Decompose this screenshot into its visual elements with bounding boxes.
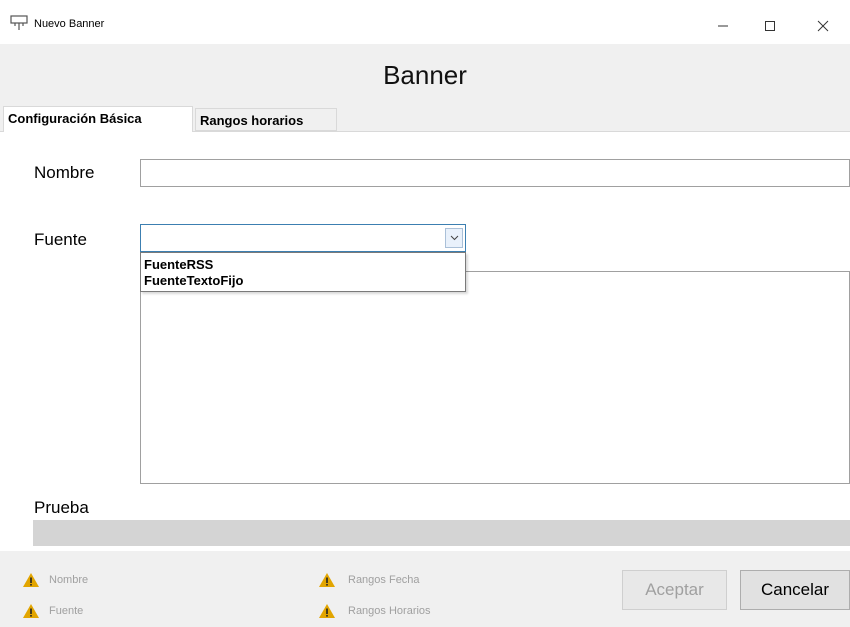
page-title: Banner: [383, 60, 467, 90]
fuente-label: Fuente: [34, 230, 87, 249]
warning-icon: [319, 604, 335, 618]
validation-rangos-horarios: Rangos Horarios: [348, 605, 431, 617]
dropdown-option-fuente-rss[interactable]: FuenteRSS: [144, 257, 213, 272]
nombre-label: Nombre: [34, 163, 95, 182]
validation-nombre: Nombre: [49, 574, 89, 586]
combo-dropdown-button[interactable]: [445, 228, 463, 248]
aceptar-button[interactable]: Aceptar: [622, 570, 727, 610]
fuente-dropdown-list: FuenteRSS FuenteTextoFijo: [140, 252, 466, 292]
dropdown-option-fuente-texto-fijo[interactable]: FuenteTextoFijo: [144, 273, 243, 288]
nuevo-banner-window: Nuevo Banner Banner Configuración Básica…: [0, 0, 850, 627]
tab-rangos-horarios[interactable]: Rangos horarios: [195, 108, 337, 131]
cancelar-button[interactable]: Cancelar: [740, 570, 850, 610]
maximize-icon: [765, 21, 775, 31]
title-bar[interactable]: Nuevo Banner: [0, 0, 850, 44]
tab-configuracion-basica[interactable]: Configuración Básica: [3, 106, 193, 132]
header-band: Banner: [0, 44, 850, 104]
close-icon: [817, 20, 829, 32]
prueba-preview-bar: [33, 520, 850, 546]
minimize-icon: [718, 25, 728, 27]
window-title: Nuevo Banner: [34, 18, 105, 30]
validation-rangos-fecha: Rangos Fecha: [348, 574, 420, 586]
maximize-button[interactable]: [747, 8, 793, 44]
tab-strip: Configuración Básica Rangos horarios: [0, 104, 850, 132]
fuente-combobox[interactable]: [140, 224, 466, 252]
warning-icon: [319, 573, 335, 587]
nombre-input[interactable]: [140, 159, 850, 187]
fuente-config-panel: [140, 271, 850, 484]
signpost-icon: [10, 15, 28, 30]
validation-fuente: Fuente: [49, 605, 84, 617]
minimize-button[interactable]: [700, 8, 746, 44]
close-button[interactable]: [800, 8, 846, 44]
warning-icon: [23, 573, 39, 587]
prueba-label: Prueba: [34, 498, 89, 517]
warning-icon: [23, 604, 39, 618]
chevron-down-icon: [450, 235, 458, 241]
